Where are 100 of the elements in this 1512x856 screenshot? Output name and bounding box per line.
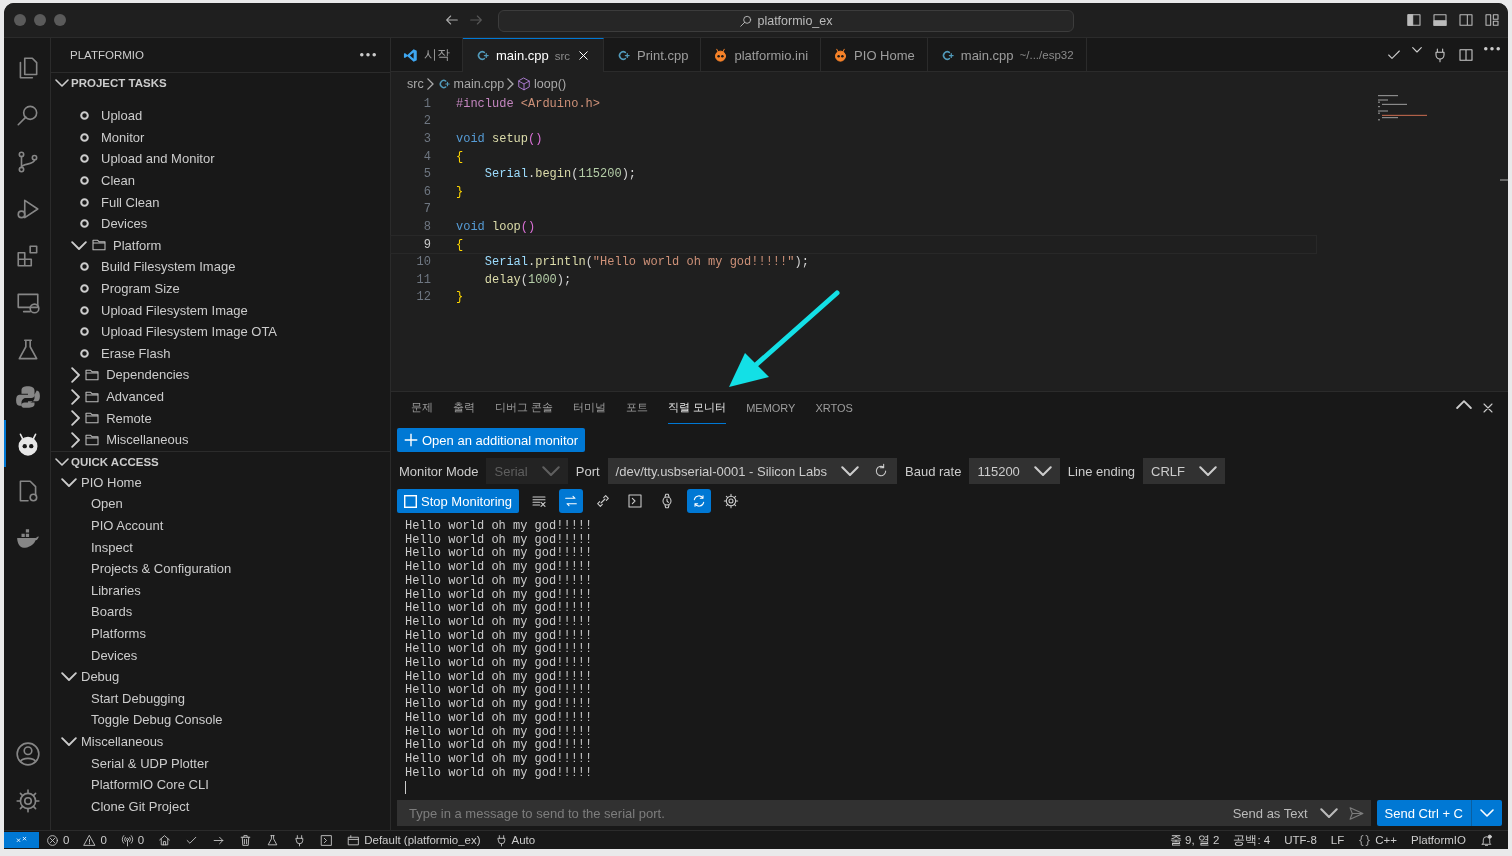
forward-arrow-icon [468,12,484,28]
status-item[interactable]: 0 [39,832,77,848]
status-item[interactable]: 0 [113,832,152,848]
panel-tab[interactable]: XRTOS [815,392,853,424]
task-item[interactable]: Monitor [51,126,390,149]
tree-item[interactable]: Serial & UDP Plotter [51,752,390,774]
task-item[interactable]: Upload and Monitor [51,148,390,170]
breadcrumb-item[interactable]: loop() [534,76,567,91]
tree-group[interactable]: PIO Home [51,471,390,494]
tree-item[interactable]: Libraries [51,579,390,602]
tree-item[interactable]: Start Debugging [51,687,390,710]
breadcrumb-item[interactable]: main.cpp [453,76,505,91]
circle-icon [80,305,89,315]
message-field[interactable]: Type in a message to send to the serial port. Send as Text [397,800,1371,826]
minimize-window-dot[interactable] [34,14,46,26]
panel-tab[interactable]: 디버그 콘솔 [495,392,554,424]
swap-button[interactable] [559,489,584,513]
status-item[interactable]: LF [1323,832,1352,848]
output-line: Hello world oh my god!!!!! [405,602,593,616]
circle-icon [80,176,89,186]
panel-tab[interactable]: 포트 [626,392,649,424]
status-item[interactable]: PlatformIO [1404,832,1473,848]
sidebar-toggle-icon [1406,12,1422,28]
breadcrumb-item[interactable]: src [407,76,424,91]
task-item[interactable]: Upload [51,105,390,127]
ribbon-icon [403,47,418,63]
open-monitor-button[interactable]: Open an additional monitor [397,428,586,452]
zoom-window-dot[interactable] [54,14,66,26]
tree-item[interactable]: Open [51,493,390,515]
panel-tab[interactable]: 문제 [411,392,433,424]
task-item[interactable]: Upload Filesystem Image OTA [51,320,390,343]
tree-item[interactable]: PlatformIO Core CLI [51,773,390,796]
folder-item[interactable]: Miscellaneous [51,428,390,451]
status-item[interactable]: UTF-8 [1277,832,1324,848]
task-item[interactable]: Full Clean [51,191,390,213]
tree-item[interactable]: Clone Git Project [51,795,390,817]
chevron-icon [541,465,560,477]
split-editor-icon [1458,47,1474,63]
tree-item[interactable]: Boards [51,601,390,623]
chevron-icon [426,77,434,90]
status-item[interactable]: Default (platformio_ex) [340,832,488,848]
trash-icon [239,833,253,847]
status-item[interactable]: 줄 9, 열 2 [1162,832,1227,848]
alien-icon [833,47,849,63]
task-item[interactable]: Upload Filesystem Image [51,299,390,321]
folder-item[interactable]: Platform [51,234,390,257]
tree-item[interactable]: Projects & Configuration [51,557,390,580]
folder-item[interactable]: Remote [51,407,390,429]
command-center-search[interactable]: platformio_ex [498,10,1074,32]
code-line: void setup() [456,132,543,146]
more-icon [360,53,376,57]
output-line: Hello world oh my god!!!!! [405,533,593,547]
editor-tab[interactable]: platformio.ini [701,38,822,72]
close-window-dot[interactable] [14,14,26,26]
editor-tab[interactable]: main.cpp src [463,38,605,72]
language-mode[interactable]: C++ [1351,832,1405,848]
task-item[interactable]: Devices [51,212,390,235]
output-line: Hello world oh my god!!!!! [405,520,593,534]
output-line: Hello world oh my god!!!!! [405,574,593,589]
tree-item[interactable]: Platforms [51,622,390,645]
tree-group[interactable]: Miscellaneous [51,730,390,753]
status-item[interactable]: 공백: 4 [1226,832,1278,848]
panel-tab[interactable]: MEMORY [746,392,796,424]
scrollbar-marker [1500,179,1508,181]
task-item[interactable]: Erase Flash [51,342,390,365]
chevron-icon [1412,47,1422,53]
editor-tab[interactable]: Print.cpp [604,38,702,72]
code-line: { [456,237,464,252]
tree-item[interactable]: Inspect [51,536,390,558]
code-line: void loop() [456,219,536,234]
tree-item[interactable]: PIO Account [51,514,390,537]
terminal-icon [320,833,334,847]
task-item[interactable]: Build Filesystem Image [51,256,390,278]
send-mode-dropdown[interactable]: Send as Text [1232,805,1338,821]
task-item[interactable]: Clean [51,169,390,192]
chevron-icon [1319,807,1338,819]
status-item[interactable]: 0 [76,832,114,848]
stop-monitoring-button[interactable]: Stop Monitoring [397,489,520,513]
dropdown[interactable]: /dev/tty.usbserial-0001 - Silicon Labs [607,458,898,484]
send-ctrl-c-button[interactable]: Send Ctrl + C [1376,800,1502,826]
line-number: 8 [422,219,431,234]
panel-tab[interactable]: 터미널 [573,392,607,424]
status-item[interactable]: Auto [487,832,543,848]
sync-button[interactable] [687,489,712,513]
editor-tab[interactable]: PIO Home [821,38,928,72]
tree-item[interactable]: Toggle Debug Console [51,709,390,731]
tree-group[interactable]: Debug [51,665,390,688]
editor-tab[interactable]: main.cpp ~/.../esp32 [927,38,1087,72]
dropdown[interactable]: CRLF [1143,458,1226,484]
task-item[interactable]: Program Size [51,277,390,300]
swap-icon [563,493,580,509]
dropdown[interactable]: 115200 [969,458,1060,484]
folder-item[interactable]: Dependencies [51,364,390,386]
tree-item[interactable]: Devices [51,644,390,666]
circle-icon [80,262,89,272]
code-line: Serial.println("Hello world oh my god!!!!!"); [483,255,809,270]
plus-icon [404,433,418,447]
panel-tab[interactable]: 직렬 모니터 [668,392,727,424]
folder-item[interactable]: Advanced [51,385,390,408]
panel-tab[interactable]: 출력 [453,392,475,424]
